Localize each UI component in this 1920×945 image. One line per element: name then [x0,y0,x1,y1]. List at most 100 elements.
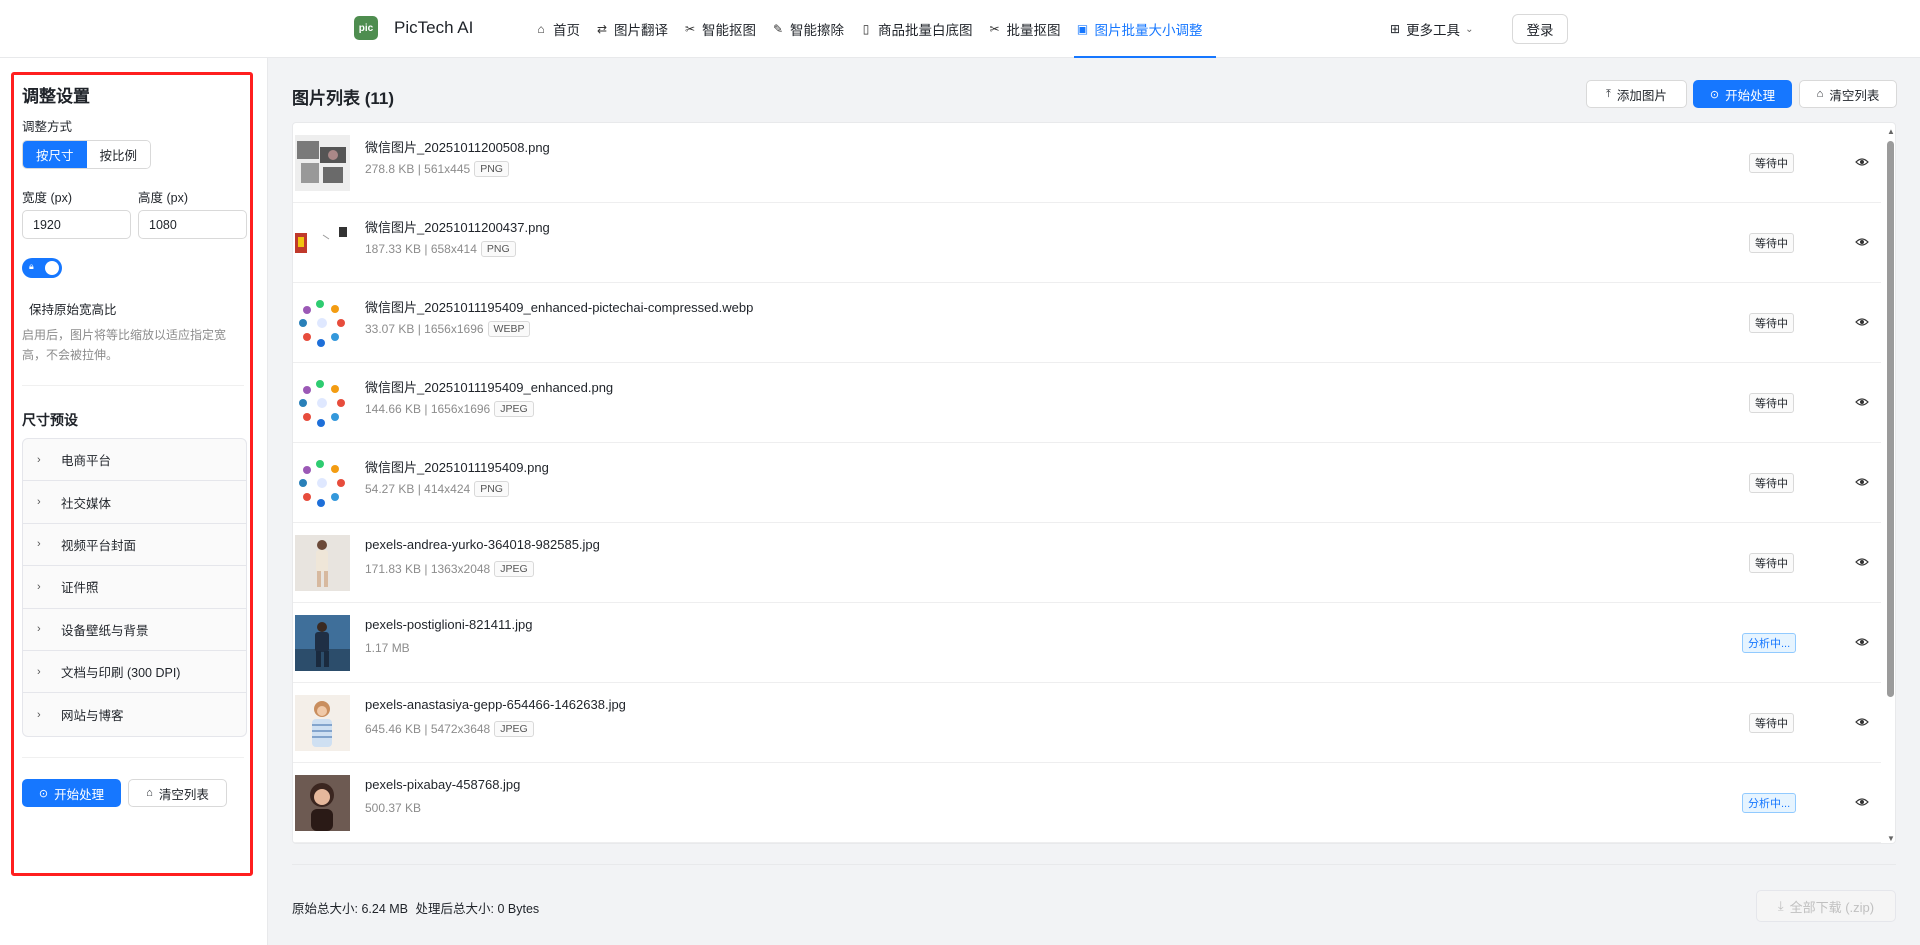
mode-by-ratio-button[interactable]: 按比例 [86,141,151,168]
format-tag: JPEG [494,401,534,417]
format-tag: WEBP [487,321,531,337]
download-all-button[interactable]: ⤓ 全部下载 (.zip) [1756,890,1896,922]
file-meta: 54.27 KB | 414x424 PNG [365,481,509,497]
file-info: 500.37 KB [365,801,422,815]
list-item: pexels-anastasiya-gepp-654466-1462638.jp… [293,683,1881,763]
preset-website-blog[interactable]: › 网站与博客 [23,693,246,735]
image-thumbnail[interactable] [295,375,350,431]
start-process-button[interactable]: ⊙ 开始处理 [1693,80,1792,108]
file-info: 1.17 MB [365,641,410,655]
preset-label: 文档与印刷 (300 DPI) [61,666,181,681]
preset-label: 社交媒体 [61,496,112,511]
chevron-right-icon: › [37,538,41,551]
image-thumbnail[interactable] [295,215,350,271]
logo[interactable]: pic PicTech AI [354,16,473,40]
preset-print[interactable]: › 文档与印刷 (300 DPI) [23,651,246,694]
divider [22,757,244,758]
preset-ecommerce[interactable]: › 电商平台 [23,439,246,482]
nav-label: 商品批量白底图 [878,23,973,38]
format-tag: PNG [474,481,509,497]
download-icon: ⤓ [1777,898,1784,913]
image-thumbnail[interactable] [295,455,350,511]
file-name: 微信图片_20251011200437.png [365,220,550,235]
file-meta: 33.07 KB | 1656x1696 WEBP [365,321,531,337]
clear-icon: ⌂ [146,787,153,799]
scroll-down-arrow-icon[interactable]: ▼ [1887,834,1895,843]
preset-social-media[interactable]: › 社交媒体 [23,481,246,524]
preview-eye-icon[interactable] [1853,633,1871,651]
nav-label: 智能抠图 [702,23,756,38]
file-meta: 144.66 KB | 1656x1696 JPEG [365,401,534,417]
login-button[interactable]: 登录 [1512,14,1568,44]
divider [292,864,1896,865]
logo-icon: pic [354,16,378,40]
nav-label: 批量抠图 [1006,23,1061,38]
preset-id-photo[interactable]: › 证件照 [23,566,246,609]
top-navbar: pic PicTech AI ⌂ 首页 ⇄ 图片翻译 ✂ 智能抠图 ✎ 智能擦除… [0,0,1920,58]
preview-eye-icon[interactable] [1853,153,1871,171]
image-thumbnail[interactable] [295,695,350,751]
preset-label: 网站与博客 [61,709,124,724]
preset-wallpaper[interactable]: › 设备壁纸与背景 [23,609,246,651]
button-label: 全部下载 (.zip) [1789,899,1875,915]
status-badge: 等待中 [1749,233,1794,253]
keep-ratio-toggle[interactable]: 🔒︎ [22,258,62,278]
preview-eye-icon[interactable] [1853,313,1871,331]
nav-item-smart-erase[interactable]: ✎ 智能擦除 [769,0,857,58]
preview-eye-icon[interactable] [1853,393,1871,411]
original-size-value: 6.24 MB [361,902,409,916]
preset-video-cover[interactable]: › 视频平台封面 [23,524,246,567]
nav-item-white-background[interactable]: ▯ 商品批量白底图 [857,0,986,58]
nav-item-image-translate[interactable]: ⇄ 图片翻译 [593,0,681,58]
file-name: pexels-postiglioni-821411.jpg [365,617,533,632]
file-meta: 500.37 KB [365,801,421,815]
nav-item-home[interactable]: ⌂ 首页 [532,0,593,58]
status-badge: 分析中... [1742,633,1797,653]
image-thumbnail[interactable] [295,135,350,191]
list-item: 微信图片_20251011200437.png 187.33 KB | 658x… [293,203,1881,283]
sidebar-clear-button[interactable]: ⌂ 清空列表 [128,779,227,807]
nav-item-batch-cutout[interactable]: ✂ 批量抠图 [986,0,1074,58]
scroll-thumb[interactable] [1887,141,1894,697]
chevron-right-icon: › [37,580,41,593]
add-image-button[interactable]: ⤒ 添加图片 [1586,80,1687,108]
list-item: 微信图片_20251011200508.png 278.8 KB | 561x4… [293,123,1881,203]
size-summary: 原始总大小: 6.24 MB 处理后总大小: 0 Bytes [292,898,539,917]
nav-item-smart-cutout[interactable]: ✂ 智能抠图 [681,0,769,58]
sidebar-start-button[interactable]: ⊙ 开始处理 [22,779,121,807]
list-scrollbar[interactable]: ▲ ▼ [1883,123,1895,843]
format-tag: PNG [480,241,516,257]
height-input[interactable] [138,210,247,239]
preview-eye-icon[interactable] [1853,233,1871,251]
status-badge: 等待中 [1749,473,1794,493]
chevron-right-icon: › [37,453,41,466]
nav-label: 图片翻译 [614,23,668,38]
lock-icon: 🔒︎ [29,261,34,271]
width-input[interactable] [22,210,131,239]
file-meta: 278.8 KB | 561x445 PNG [365,161,509,177]
mode-segmented-control: 按尺寸 按比例 [22,140,152,169]
more-tools-menu[interactable]: ⊞ 更多工具 ⌄ [1390,0,1473,58]
button-label: 开始处理 [54,787,105,802]
processed-size-label: 处理后总大小: [415,902,494,916]
image-thumbnail[interactable] [295,295,350,351]
more-tools-label: 更多工具 [1406,23,1461,38]
nav-label: 智能擦除 [790,23,844,38]
mode-by-size-button[interactable]: 按尺寸 [23,141,87,168]
preview-eye-icon[interactable] [1853,713,1871,731]
preview-eye-icon[interactable] [1853,793,1871,811]
image-thumbnail[interactable] [295,775,350,831]
preview-eye-icon[interactable] [1853,553,1871,571]
preset-label: 电商平台 [61,454,112,469]
image-thumbnail[interactable] [295,615,350,671]
image-thumbnail[interactable] [295,535,350,591]
file-name: pexels-anastasiya-gepp-654466-1462638.jp… [365,697,626,712]
preview-eye-icon[interactable] [1853,473,1871,491]
toggle-knob [45,261,59,275]
scroll-up-arrow-icon[interactable]: ▲ [1887,127,1895,136]
file-info: 54.27 KB | 414x424 [365,482,471,496]
nav-item-batch-resize[interactable]: ▣ 图片批量大小调整 [1073,0,1216,58]
clear-list-button[interactable]: ⌂ 清空列表 [1799,80,1897,108]
eraser-icon: ✎ [772,22,784,36]
upload-icon: ⤒ [1606,87,1611,100]
